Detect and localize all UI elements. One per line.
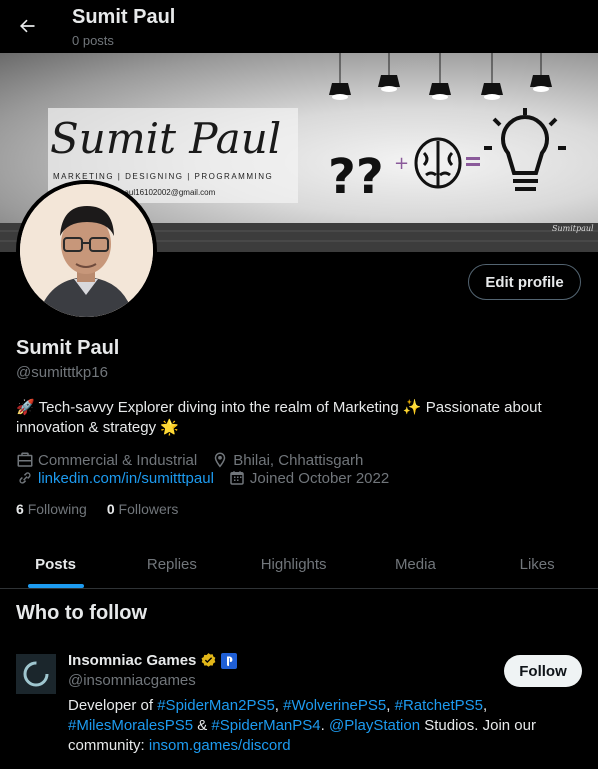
bio-text: , bbox=[274, 697, 284, 714]
top-bar: Sumit Paul 0 posts bbox=[0, 0, 598, 53]
profile-meta-row-2: linkedin.com/in/sumitttpaul Joined Octob… bbox=[16, 469, 403, 487]
profile-name: Sumit Paul bbox=[16, 337, 120, 359]
tab-highlights[interactable]: Highlights bbox=[233, 540, 355, 588]
following-link[interactable]: 6 Following bbox=[16, 501, 87, 517]
mention-link[interactable]: @PlayStation bbox=[329, 717, 420, 734]
profile-joined-date: Joined October 2022 bbox=[249, 469, 390, 487]
profile-location: Bhilai, Chhattisgarh bbox=[233, 451, 364, 469]
star-emoji: 🌟 bbox=[160, 419, 179, 436]
lamp-group bbox=[329, 53, 552, 100]
follow-stats: 6 Following 0 Followers bbox=[16, 501, 198, 517]
brain-icon bbox=[414, 137, 462, 189]
following-count: 6 bbox=[16, 501, 24, 517]
hashtag-link[interactable]: #SpiderManPS4 bbox=[211, 717, 320, 734]
followers-label: Followers bbox=[118, 501, 179, 517]
bio-text: . bbox=[320, 717, 329, 734]
page-title: Sumit Paul bbox=[72, 6, 176, 28]
tab-replies[interactable]: Replies bbox=[111, 540, 233, 588]
svg-text:+: + bbox=[394, 153, 409, 174]
hashtag-link[interactable]: #RatchetPS5 bbox=[395, 697, 483, 714]
profile-avatar[interactable] bbox=[16, 180, 157, 321]
link-icon bbox=[16, 469, 34, 487]
following-label: Following bbox=[27, 501, 87, 517]
edit-profile-button[interactable]: Edit profile bbox=[468, 264, 581, 300]
lightbulb-icon bbox=[484, 108, 566, 191]
bio-text: Developer of bbox=[68, 697, 158, 714]
bio-text-1: Tech-savvy Explorer diving into the real… bbox=[34, 399, 403, 416]
bio-text: & bbox=[193, 717, 212, 734]
tab-likes[interactable]: Likes bbox=[476, 540, 598, 588]
hashtag-link[interactable]: #SpiderMan2PS5 bbox=[157, 697, 275, 714]
tab-media[interactable]: Media bbox=[355, 540, 477, 588]
profile-meta-row-1: Commercial & Industrial Bhilai, Chhattis… bbox=[16, 451, 377, 469]
profile-website-link[interactable]: linkedin.com/in/sumitttpaul bbox=[38, 470, 214, 487]
profile-bio: 🚀 Tech-savvy Explorer diving into the re… bbox=[16, 398, 576, 438]
suggested-account-avatar[interactable] bbox=[16, 654, 56, 694]
briefcase-icon bbox=[16, 451, 34, 469]
who-to-follow-title: Who to follow bbox=[16, 602, 148, 624]
arrow-left-icon bbox=[20, 19, 35, 33]
banner-email: paul16102002@gmail.com bbox=[120, 188, 216, 197]
verified-badge-icon bbox=[200, 652, 217, 669]
calendar-icon bbox=[228, 469, 246, 487]
back-button[interactable] bbox=[10, 9, 44, 43]
question-marks: ?? bbox=[328, 149, 384, 205]
bio-text: , bbox=[483, 697, 488, 714]
hashtag-link[interactable]: #WolverinePS5 bbox=[283, 697, 386, 714]
banner-script-name: Sumit Paul bbox=[50, 114, 281, 163]
hashtag-link[interactable]: #MilesMoralesPS5 bbox=[68, 717, 193, 734]
post-count: 0 posts bbox=[72, 33, 114, 48]
profile-category: Commercial & Industrial bbox=[38, 451, 198, 469]
rocket-emoji: 🚀 bbox=[16, 399, 35, 416]
playstation-badge-icon bbox=[221, 652, 238, 669]
suggested-account-handle: @insomniacgames bbox=[68, 672, 196, 689]
location-pin-icon bbox=[211, 451, 229, 469]
banner-signature: Sumitpaul bbox=[552, 224, 594, 233]
discord-link[interactable]: insom.games/discord bbox=[149, 737, 291, 754]
tab-posts[interactable]: Posts bbox=[0, 540, 111, 588]
sparkles-emoji: ✨ bbox=[402, 399, 422, 416]
suggested-account-name: Insomniac Games bbox=[68, 652, 197, 669]
bio-text: , bbox=[386, 697, 395, 714]
suggested-account-bio: Developer of #SpiderMan2PS5, #WolverineP… bbox=[68, 696, 568, 756]
profile-handle: @sumitttkp16 bbox=[16, 364, 108, 381]
followers-link[interactable]: 0 Followers bbox=[107, 501, 179, 517]
suggested-account-name-row: Insomniac Games bbox=[68, 652, 238, 669]
profile-tabs: Posts Replies Highlights Media Likes bbox=[0, 540, 598, 589]
follow-button[interactable]: Follow bbox=[504, 655, 582, 687]
followers-count: 0 bbox=[106, 501, 115, 517]
